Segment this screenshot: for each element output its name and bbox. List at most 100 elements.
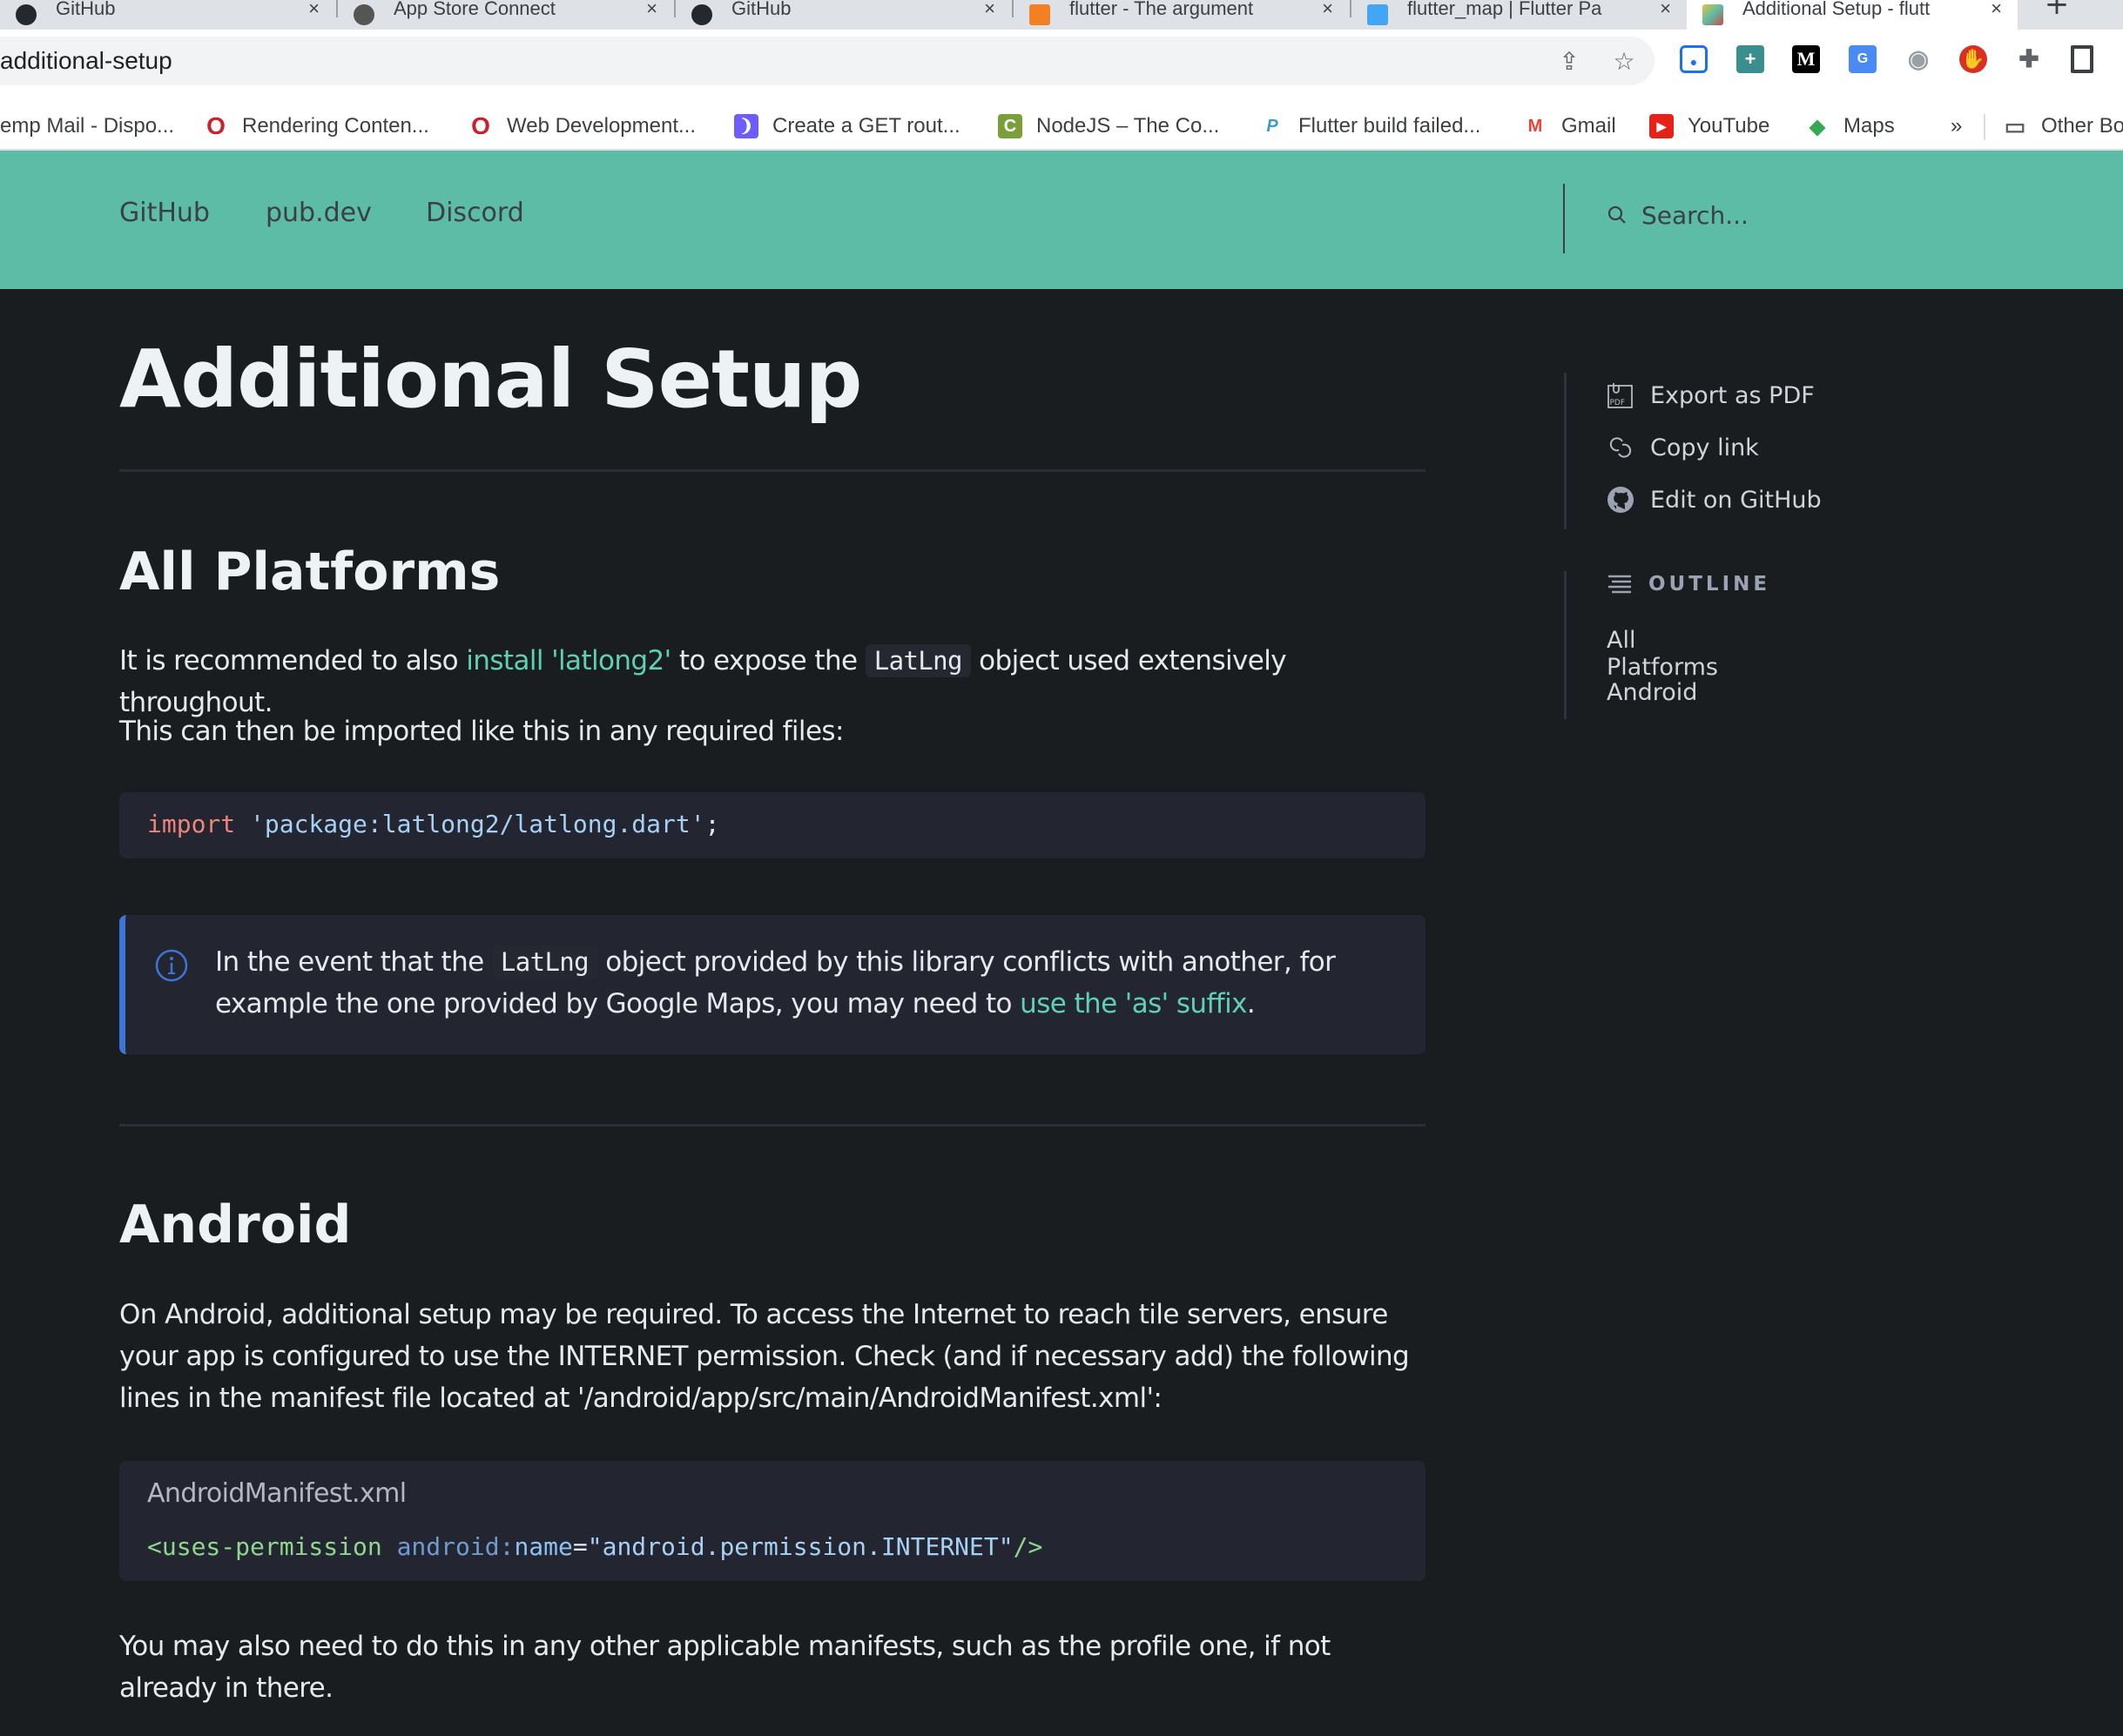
- outline-nav: OUTLINE All Platforms Android: [1564, 571, 1767, 719]
- camera-icon[interactable]: ◉: [1904, 45, 1932, 73]
- github-icon: [691, 4, 712, 25]
- flutter-map-icon: [1702, 4, 1723, 25]
- bookmark-item[interactable]: P Flutter build failed...: [1260, 111, 1480, 142]
- bookmark-label: emp Mail - Dispo...: [0, 114, 175, 138]
- section-heading-all-platforms: All Platforms: [119, 542, 501, 602]
- bookmark-item[interactable]: ❩ Create a GET rout...: [734, 111, 960, 142]
- text: It is recommended to also: [119, 645, 467, 676]
- plus-extension-icon[interactable]: +: [1736, 45, 1764, 73]
- puzzle-extensions-icon[interactable]: ✚: [2015, 45, 2043, 73]
- bookmark-label: Flutter build failed...: [1298, 114, 1481, 138]
- install-latlong2-link[interactable]: install 'latlong2': [466, 645, 671, 676]
- outline-title: OUTLINE: [1648, 573, 1771, 595]
- close-tab-icon[interactable]: ×: [1660, 0, 1671, 20]
- opera-icon: O: [206, 112, 226, 139]
- nav-link-github[interactable]: GitHub: [119, 198, 210, 228]
- maps-icon: ⬥: [1809, 113, 1826, 139]
- outline-list-icon: [1608, 575, 1631, 594]
- search-icon: [1607, 205, 1626, 224]
- tab-title: flutter_map | Flutter Pa: [1407, 0, 1602, 19]
- bookmark-item[interactable]: emp Mail - Dispo...: [0, 111, 174, 142]
- screen-capture-icon[interactable]: ●: [1680, 45, 1708, 73]
- close-tab-icon[interactable]: ×: [1991, 0, 2002, 20]
- browser-tab-strip: GitHub × App Store Connect × GitHub × fl…: [0, 0, 2123, 30]
- code-block-import[interactable]: import 'package:latlong2/latlong.dart';: [119, 792, 1425, 858]
- bookmark-item[interactable]: M Gmail: [1523, 111, 1616, 142]
- page-actions: PDF Export as PDF Copy link Edit on GitH…: [1564, 373, 1822, 529]
- stackoverflow-icon: [1029, 4, 1050, 25]
- action-label: Copy link: [1650, 434, 1759, 461]
- nav-link-pubdev[interactable]: pub.dev: [266, 198, 372, 228]
- browser-tab[interactable]: App Store Connect ×: [338, 0, 673, 30]
- adblock-icon[interactable]: ✋: [1959, 45, 1987, 73]
- new-tab-button[interactable]: +: [2022, 0, 2092, 30]
- bookmarks-overflow-button[interactable]: »: [1951, 111, 1962, 142]
- action-label: Edit on GitHub: [1650, 486, 1822, 514]
- outline-header: OUTLINE: [1607, 573, 1770, 595]
- docs-icon: ❩: [734, 114, 758, 138]
- text: In the event that the: [215, 946, 492, 978]
- google-translate-icon[interactable]: G: [1849, 45, 1877, 73]
- info-icon: [155, 949, 188, 982]
- browser-tab-active[interactable]: Additional Setup - flutt ×: [1687, 0, 2018, 30]
- browser-tab[interactable]: GitHub ×: [0, 0, 335, 30]
- browser-tab[interactable]: flutter - The argument ×: [1014, 0, 1349, 30]
- youtube-icon: ▶: [1649, 114, 1674, 138]
- github-icon: [16, 4, 37, 25]
- address-bar[interactable]: additional-setup ⇪ ☆: [0, 37, 1655, 85]
- close-tab-icon[interactable]: ×: [646, 0, 657, 20]
- bookmark-label: Gmail: [1561, 114, 1616, 138]
- bookmark-divider: [1984, 114, 1985, 140]
- medium-icon[interactable]: M: [1792, 45, 1820, 73]
- close-tab-icon[interactable]: ×: [1322, 0, 1333, 20]
- close-tab-icon[interactable]: ×: [308, 0, 320, 20]
- code-string: "android.permission.INTERNET": [587, 1532, 1014, 1561]
- code-tag: <uses-permission: [147, 1532, 382, 1561]
- search-input[interactable]: [1641, 196, 2077, 234]
- plus-icon: +: [2044, 0, 2070, 22]
- inline-code: LatLng: [865, 644, 971, 677]
- browser-tab[interactable]: GitHub ×: [676, 0, 1011, 30]
- bookmark-label: Create a GET rout...: [772, 114, 960, 138]
- bookmark-label: YouTube: [1688, 114, 1770, 138]
- code-block-manifest[interactable]: AndroidManifest.xml <uses-permission and…: [119, 1461, 1425, 1581]
- as-suffix-link[interactable]: use the 'as' suffix: [1020, 988, 1247, 1019]
- bookmark-item[interactable]: O Rendering Conten...: [204, 111, 429, 142]
- browser-tab[interactable]: flutter_map | Flutter Pa ×: [1351, 0, 1687, 30]
- svg-text:PDF: PDF: [1610, 399, 1626, 407]
- link-icon: [1609, 437, 1632, 458]
- bookmark-label: Web Development...: [507, 114, 696, 138]
- share-icon[interactable]: ⇪: [1556, 49, 1582, 75]
- code-punctuation: ;: [704, 810, 720, 838]
- bookmark-star-icon[interactable]: ☆: [1611, 49, 1637, 75]
- code-tag: />: [1013, 1532, 1043, 1561]
- bookmarks-bar: emp Mail - Dispo... O Rendering Conten...…: [0, 102, 2123, 151]
- url-text[interactable]: additional-setup: [0, 47, 172, 75]
- code-string: 'package:latlong2/latlong.dart': [250, 810, 705, 838]
- side-panel-icon[interactable]: [2071, 45, 2093, 73]
- double-chevron-icon: »: [1951, 114, 1963, 138]
- apple-icon: [354, 4, 374, 25]
- bookmark-label: Maps: [1843, 114, 1895, 138]
- bookmark-item[interactable]: ⬥ Maps: [1805, 111, 1895, 142]
- info-callout: In the event that the LatLng object prov…: [119, 915, 1425, 1054]
- close-tab-icon[interactable]: ×: [984, 0, 995, 20]
- outline-link-android[interactable]: Android: [1607, 679, 1697, 706]
- other-bookmarks-folder[interactable]: ▭ Other Bo: [2003, 111, 2123, 142]
- bookmark-item[interactable]: C NodeJS – The Co...: [998, 111, 1219, 142]
- bookmark-label: Other Bo: [2041, 114, 2123, 138]
- code-line: <uses-permission android:name="android.p…: [147, 1532, 1042, 1561]
- tab-title: App Store Connect: [394, 0, 556, 19]
- edit-on-github-button[interactable]: Edit on GitHub: [1607, 486, 1822, 514]
- github-icon: [1607, 487, 1634, 513]
- outline-link-all-platforms[interactable]: All Platforms: [1607, 627, 1718, 681]
- site-header: GitHub pub.dev Discord: [0, 151, 2123, 289]
- export-pdf-button[interactable]: PDF Export as PDF: [1607, 381, 1815, 409]
- opera-icon: O: [471, 112, 490, 139]
- nav-link-discord[interactable]: Discord: [426, 198, 524, 228]
- copy-link-button[interactable]: Copy link: [1607, 434, 1759, 461]
- pub-icon: P: [1266, 117, 1278, 136]
- bookmark-item[interactable]: ▶ YouTube: [1649, 111, 1769, 142]
- nodejs-icon: C: [998, 114, 1022, 138]
- bookmark-item[interactable]: O Web Development...: [468, 111, 696, 142]
